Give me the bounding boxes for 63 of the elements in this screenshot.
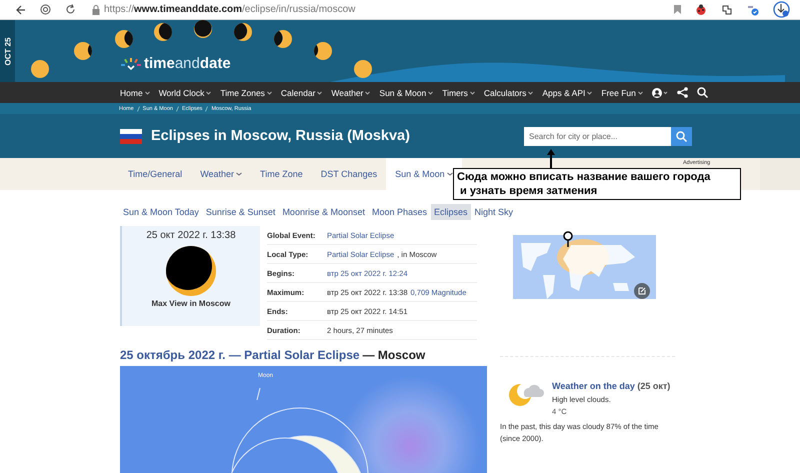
search-icon: [676, 130, 687, 142]
caret-icon: [470, 90, 475, 94]
address-field[interactable]: https://www.timeanddate.com/eclipse/in/russia/moscow: [104, 4, 660, 15]
nav-item[interactable]: Sun & Moon: [379, 88, 434, 98]
back-icon[interactable]: [16, 4, 26, 14]
max-view-datetime: 25 окт 2022 г. 13:38: [146, 230, 236, 241]
sub-tab[interactable]: Eclipses: [431, 204, 471, 220]
nav-item[interactable]: Time Zones: [220, 88, 272, 98]
nav-item[interactable]: Weather: [331, 88, 370, 98]
nav-item[interactable]: Timers: [442, 88, 475, 98]
annotation-arrow: [547, 149, 555, 169]
weather-link[interactable]: Weather on the day: [552, 381, 635, 391]
nav-item[interactable]: World Clock: [158, 88, 212, 98]
search-icon[interactable]: [696, 87, 708, 98]
sub-tab[interactable]: Sunrise & Sunset: [202, 204, 278, 220]
caret-icon: [266, 90, 272, 94]
tab[interactable]: Time/General: [119, 158, 192, 190]
sub-tab[interactable]: Moonrise & Moonset: [279, 204, 368, 220]
expand-icon[interactable]: [634, 283, 650, 299]
nav-item[interactable]: Calculators: [484, 88, 534, 98]
breadcrumb-separator-icon: [176, 106, 179, 112]
caret-icon: [587, 90, 592, 94]
caret-icon: [144, 90, 150, 94]
extension-icon[interactable]: [721, 4, 733, 16]
annotation-callout: Сюда можно вписать название вашего города и узнать время затмения: [453, 168, 741, 200]
caret-icon: [365, 90, 370, 94]
sub-tab[interactable]: Sun & Moon Today: [120, 204, 202, 220]
tab[interactable]: DST Changes: [312, 158, 386, 190]
caret-icon: [446, 172, 453, 176]
search-button[interactable]: [671, 126, 692, 146]
caret-icon: [206, 90, 212, 94]
weather-date: (25 окт): [637, 381, 670, 391]
site-logo[interactable]: timeanddate: [120, 56, 231, 72]
caret-icon: [528, 90, 534, 94]
reload-icon[interactable]: [65, 4, 76, 15]
bookmark-icon[interactable]: [674, 5, 681, 14]
russia-flag-icon: [120, 128, 142, 144]
sub-tab[interactable]: Night Sky: [472, 204, 516, 220]
breadcrumb-separator-icon: [136, 106, 140, 112]
nav-item[interactable]: Free Fun: [601, 88, 643, 98]
download-icon[interactable]: [773, 1, 790, 18]
location-pin-icon: [563, 231, 573, 247]
ladybug-icon[interactable]: [695, 4, 707, 16]
share-icon[interactable]: [676, 87, 688, 98]
lock-icon: [92, 4, 100, 14]
nav-item[interactable]: Apps & API: [542, 88, 592, 98]
user-icon[interactable]: [652, 88, 668, 98]
nav-item[interactable]: Calendar: [280, 88, 322, 98]
extension-check-icon[interactable]: [747, 4, 759, 16]
tab[interactable]: Time Zone: [251, 158, 312, 190]
nav-item[interactable]: Home: [120, 88, 150, 98]
caret-icon: [638, 90, 643, 94]
caret-icon: [236, 172, 242, 176]
tab[interactable]: Weather: [191, 158, 252, 190]
eclipse-heading: 25 октябрь 2022 г. — Partial Solar Eclipse — Moscow: [120, 348, 426, 362]
max-view-caption: Max View in Moscow: [152, 299, 230, 308]
caret-icon: [317, 90, 322, 94]
sub-tab[interactable]: Moon Phases: [368, 204, 430, 220]
world-map-drawing[interactable]: [513, 235, 656, 306]
search-field[interactable]: Search for city or place...: [524, 126, 671, 146]
caret-icon: [428, 90, 434, 94]
page-title: Eclipses in Moscow, Russia (Moskva): [151, 128, 411, 144]
breadcrumb-separator-icon: [205, 106, 208, 112]
